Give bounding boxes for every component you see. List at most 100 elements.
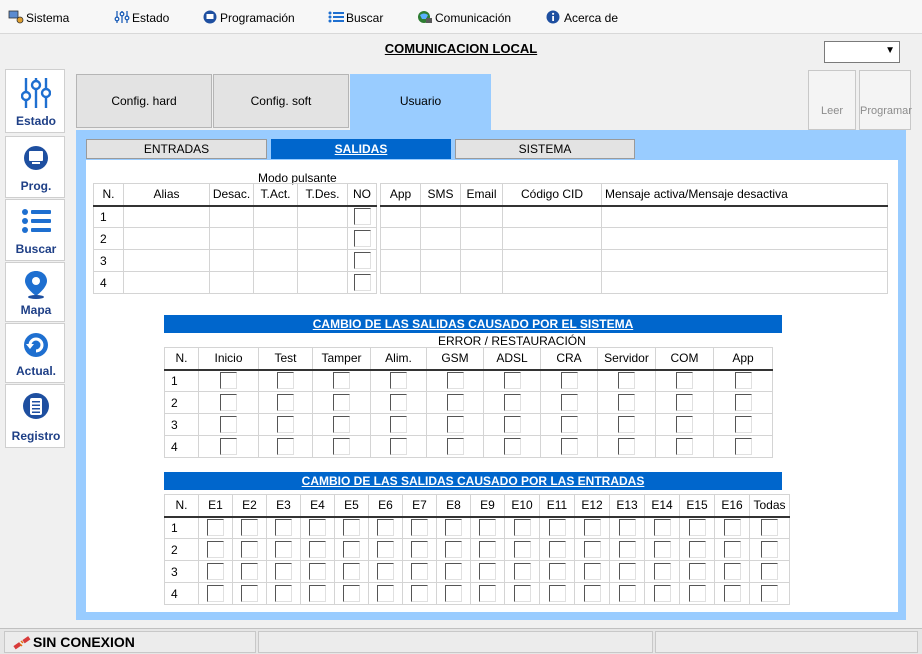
- inputs-section-checkbox[interactable]: [377, 585, 394, 602]
- system-section-checkbox[interactable]: [390, 394, 407, 411]
- sms-field[interactable]: [420, 271, 461, 294]
- desac-field[interactable]: [209, 271, 254, 294]
- system-section-checkbox[interactable]: [390, 416, 407, 433]
- no-checkbox[interactable]: [353, 252, 371, 269]
- sidebar-actual[interactable]: Actual.: [5, 323, 65, 383]
- system-section-checkbox[interactable]: [676, 416, 693, 433]
- email-field[interactable]: [460, 205, 503, 228]
- alias-field[interactable]: [123, 227, 210, 250]
- tdes-field[interactable]: [297, 271, 348, 294]
- inputs-section-checkbox[interactable]: [207, 585, 224, 602]
- inputs-section-checkbox[interactable]: [411, 541, 428, 558]
- desac-field[interactable]: [209, 205, 254, 228]
- inputs-section-checkbox[interactable]: [275, 541, 292, 558]
- tab-usuario[interactable]: Usuario: [350, 74, 491, 132]
- system-section-checkbox[interactable]: [618, 438, 635, 455]
- subtab-entradas[interactable]: ENTRADAS: [86, 139, 267, 159]
- app-field[interactable]: [380, 205, 421, 228]
- sidebar-prog[interactable]: Prog.: [5, 136, 65, 198]
- system-section-checkbox[interactable]: [220, 372, 237, 390]
- inputs-section-checkbox[interactable]: [548, 563, 566, 580]
- system-section-checkbox[interactable]: [503, 438, 521, 455]
- system-section-checkbox[interactable]: [560, 372, 578, 390]
- system-section-checkbox[interactable]: [503, 416, 521, 433]
- system-section-checkbox[interactable]: [446, 394, 464, 411]
- inputs-section-checkbox[interactable]: [688, 519, 706, 537]
- inputs-section-checkbox[interactable]: [653, 519, 671, 537]
- tact-field[interactable]: [253, 249, 298, 272]
- inputs-section-checkbox[interactable]: [653, 541, 671, 558]
- system-section-checkbox[interactable]: [220, 438, 237, 455]
- tab-config-soft[interactable]: Config. soft: [213, 74, 349, 128]
- inputs-section-checkbox[interactable]: [207, 519, 224, 537]
- system-section-checkbox[interactable]: [618, 372, 635, 390]
- system-section-checkbox[interactable]: [618, 394, 635, 411]
- inputs-section-checkbox[interactable]: [653, 563, 671, 580]
- codigo-cid-field[interactable]: [502, 249, 602, 272]
- system-section-checkbox[interactable]: [503, 394, 521, 411]
- desac-field[interactable]: [209, 227, 254, 250]
- system-section-checkbox[interactable]: [560, 394, 578, 411]
- leer-button[interactable]: Leer: [808, 70, 856, 130]
- sidebar-estado[interactable]: Estado: [5, 69, 65, 133]
- system-section-checkbox[interactable]: [446, 416, 464, 433]
- alias-field[interactable]: [123, 271, 210, 294]
- system-section-checkbox[interactable]: [676, 372, 693, 390]
- inputs-section-checkbox[interactable]: [479, 563, 496, 580]
- system-section-checkbox[interactable]: [560, 438, 578, 455]
- tdes-field[interactable]: [297, 249, 348, 272]
- menu-programacion[interactable]: Programación: [202, 10, 295, 26]
- sms-field[interactable]: [420, 205, 461, 228]
- email-field[interactable]: [460, 249, 503, 272]
- inputs-section-checkbox[interactable]: [548, 585, 566, 602]
- system-section-checkbox[interactable]: [220, 416, 237, 433]
- inputs-section-checkbox[interactable]: [479, 585, 496, 602]
- tdes-field[interactable]: [297, 227, 348, 250]
- inputs-section-checkbox[interactable]: [377, 541, 394, 558]
- inputs-section-checkbox[interactable]: [618, 585, 636, 602]
- no-checkbox[interactable]: [353, 274, 371, 291]
- system-section-checkbox[interactable]: [277, 372, 294, 390]
- inputs-section-checkbox[interactable]: [343, 585, 360, 602]
- inputs-section-checkbox[interactable]: [275, 563, 292, 580]
- inputs-section-checkbox[interactable]: [207, 541, 224, 558]
- inputs-section-checkbox[interactable]: [723, 563, 741, 580]
- system-section-checkbox[interactable]: [734, 394, 752, 411]
- inputs-section-checkbox[interactable]: [343, 519, 360, 537]
- inputs-section-checkbox[interactable]: [723, 585, 741, 602]
- codigo-cid-field[interactable]: [502, 205, 602, 228]
- inputs-section-checkbox[interactable]: [377, 563, 394, 580]
- system-section-checkbox[interactable]: [676, 394, 693, 411]
- system-section-checkbox[interactable]: [390, 438, 407, 455]
- sms-field[interactable]: [420, 249, 461, 272]
- menu-estado[interactable]: Estado: [114, 10, 169, 26]
- inputs-section-checkbox[interactable]: [548, 519, 566, 537]
- system-section-checkbox[interactable]: [446, 372, 464, 390]
- no-checkbox[interactable]: [353, 208, 371, 226]
- system-section-checkbox[interactable]: [446, 438, 464, 455]
- tab-config-hard[interactable]: Config. hard: [76, 74, 212, 128]
- inputs-section-checkbox[interactable]: [548, 541, 566, 558]
- app-field[interactable]: [380, 271, 421, 294]
- no-checkbox[interactable]: [353, 230, 371, 247]
- codigo-cid-field[interactable]: [502, 271, 602, 294]
- inputs-section-checkbox[interactable]: [761, 585, 778, 602]
- system-section-checkbox[interactable]: [277, 394, 294, 411]
- inputs-section-checkbox[interactable]: [513, 563, 531, 580]
- alias-field[interactable]: [123, 249, 210, 272]
- system-section-checkbox[interactable]: [618, 416, 635, 433]
- inputs-section-checkbox[interactable]: [513, 541, 531, 558]
- inputs-section-checkbox[interactable]: [688, 563, 706, 580]
- mensaje-field[interactable]: [601, 249, 888, 272]
- system-section-checkbox[interactable]: [333, 372, 350, 390]
- alias-field[interactable]: [123, 205, 210, 228]
- inputs-section-checkbox[interactable]: [275, 585, 292, 602]
- subtab-salidas[interactable]: SALIDAS: [271, 139, 451, 159]
- inputs-section-checkbox[interactable]: [513, 585, 531, 602]
- inputs-section-checkbox[interactable]: [479, 541, 496, 558]
- email-field[interactable]: [460, 227, 503, 250]
- inputs-section-checkbox[interactable]: [309, 541, 326, 558]
- sms-field[interactable]: [420, 227, 461, 250]
- inputs-section-checkbox[interactable]: [618, 541, 636, 558]
- mensaje-field[interactable]: [601, 205, 888, 228]
